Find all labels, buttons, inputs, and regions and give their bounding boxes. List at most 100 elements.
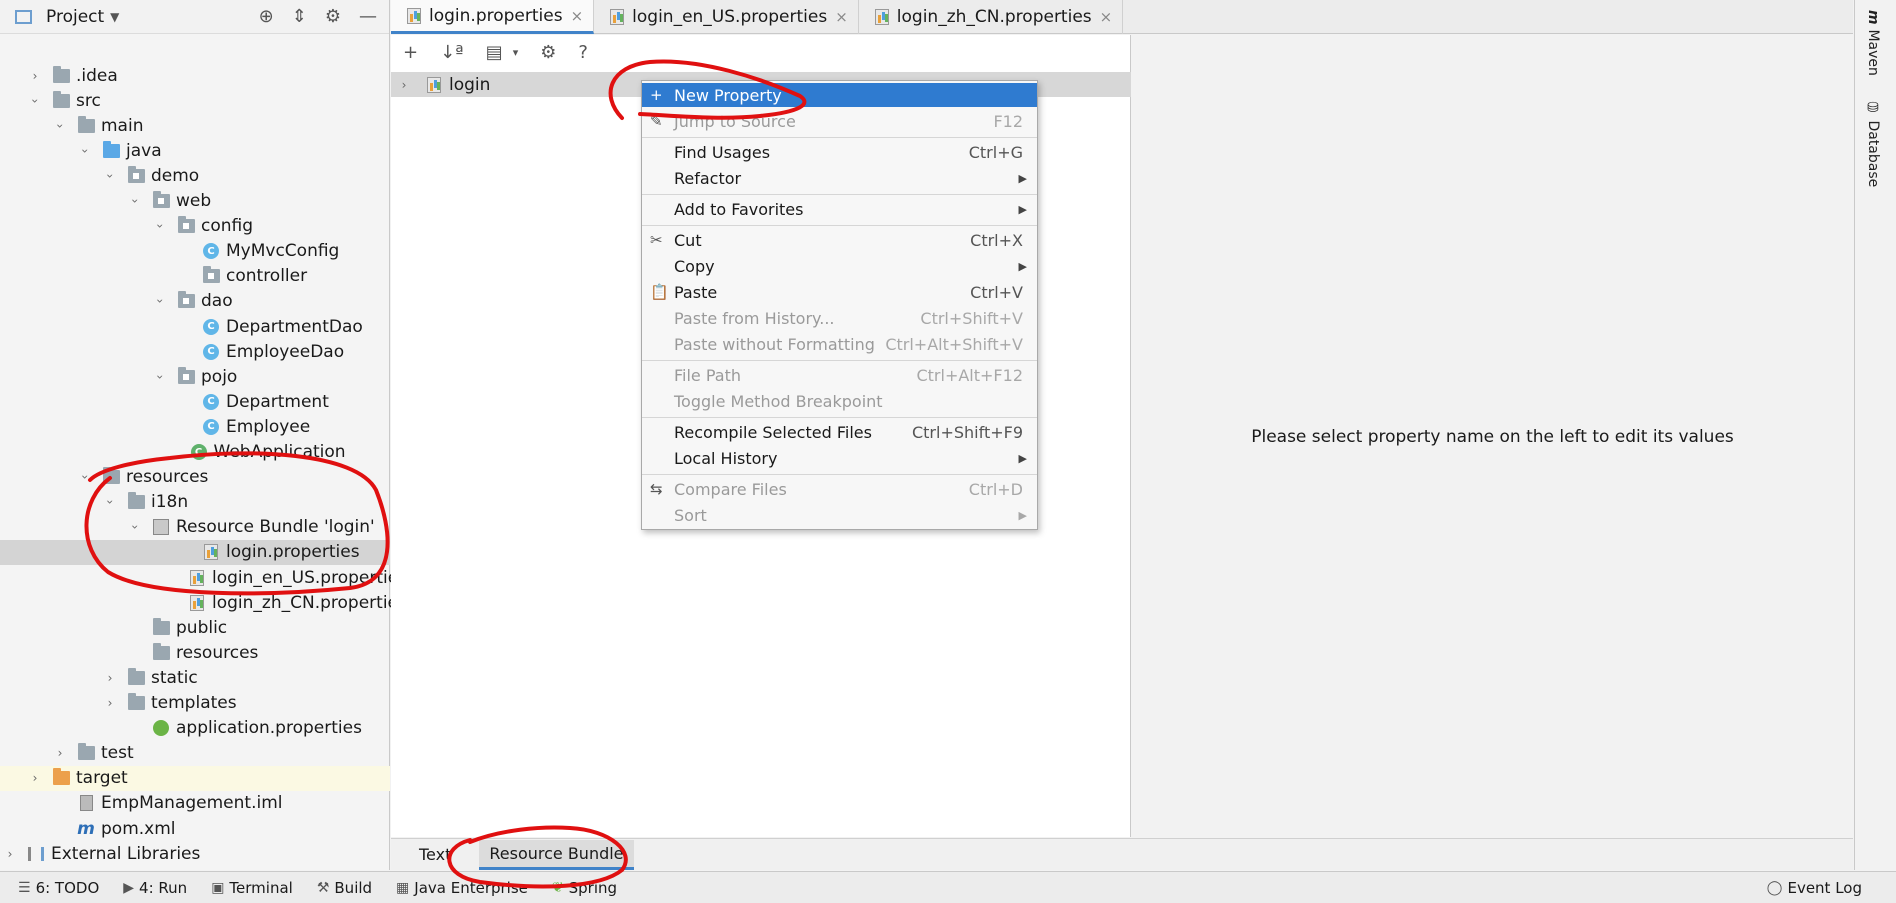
chevron-right-icon[interactable]: › (103, 671, 117, 685)
chevron-down-icon[interactable]: ▾ (513, 46, 519, 59)
folder-icon (152, 617, 170, 636)
help-icon[interactable]: ? (578, 42, 588, 63)
chevron-right-icon[interactable]: › (28, 69, 42, 83)
chevron-down-icon[interactable]: › (128, 194, 142, 208)
folder-icon (52, 65, 70, 84)
menu-item[interactable]: Recompile Selected Files Ctrl+Shift+F9 (642, 420, 1037, 444)
tree-item[interactable]: login_en_US.properties (0, 565, 407, 590)
close-icon[interactable]: × (1100, 8, 1113, 26)
tree-item[interactable]: C Employee (0, 414, 390, 439)
build-tool-button[interactable]: ⚒ Build (317, 879, 372, 897)
run-tool-button[interactable]: ▶ 4: Run (123, 879, 187, 897)
chevron-right-icon[interactable]: › (3, 847, 17, 861)
tree-item[interactable]: › templates (0, 691, 390, 716)
editor-tab[interactable]: login_zh_CN.properties × (859, 0, 1124, 34)
tree-item[interactable]: › .idea (0, 63, 390, 88)
tree-item[interactable]: controller (0, 264, 390, 289)
tree-item[interactable]: EmpManagement.iml (0, 791, 390, 816)
tree-item[interactable]: › demo (0, 163, 390, 188)
menu-item-label: Copy (674, 256, 715, 276)
tree-item-label: pojo (201, 366, 238, 387)
database-tool-button[interactable]: ⛁ Database (1865, 100, 1881, 187)
tree-item[interactable]: resources (0, 640, 390, 665)
chevron-right-icon[interactable]: › (28, 771, 42, 785)
menu-item[interactable]: ✂ Cut Ctrl+X (642, 228, 1037, 252)
tree-item[interactable]: › test (0, 741, 390, 766)
menu-item: ✎ Jump to Source F12 (642, 109, 1037, 133)
project-panel-title[interactable]: Project (46, 7, 104, 27)
tree-item[interactable]: › Resource Bundle 'login' (0, 515, 390, 540)
terminal-tool-button[interactable]: ▣ Terminal (211, 879, 293, 897)
close-icon[interactable]: × (571, 7, 584, 25)
menu-item[interactable]: Local History ▶ (642, 446, 1037, 470)
tree-item[interactable]: C EmployeeDao (0, 339, 390, 364)
chevron-down-icon[interactable]: › (28, 94, 42, 108)
chevron-down-icon[interactable]: › (53, 119, 67, 133)
tree-item[interactable]: › target (0, 765, 390, 791)
menu-item[interactable]: Find Usages Ctrl+G (642, 140, 1037, 164)
tree-item-label: application.properties (176, 718, 362, 739)
tree-item[interactable]: › dao (0, 289, 390, 314)
group-keys-icon[interactable]: ▤ (486, 42, 503, 63)
tree-item[interactable]: › config (0, 214, 390, 239)
tree-item[interactable]: m pom.xml (0, 816, 390, 841)
tree-item[interactable]: › src (0, 88, 390, 113)
menu-separator (642, 137, 1037, 138)
chevron-down-icon[interactable]: › (153, 370, 167, 384)
folder-icon (102, 467, 120, 485)
spring-tool-button[interactable]: ❦ Spring (552, 879, 617, 897)
gear-icon[interactable]: ⚙ (540, 42, 556, 63)
hide-panel-icon[interactable]: — (359, 6, 377, 27)
chevron-down-icon[interactable]: › (78, 144, 92, 158)
tree-item[interactable]: › static (0, 665, 390, 690)
menu-item[interactable]: + New Property (642, 83, 1037, 107)
chevron-down-icon[interactable]: › (153, 294, 167, 308)
tree-item[interactable]: › web (0, 189, 390, 214)
chevron-right-icon[interactable]: › (53, 746, 67, 760)
locate-icon[interactable]: ⊕ (259, 6, 274, 27)
todo-tool-button[interactable]: ☰ 6: TODO (18, 879, 99, 897)
event-log-label: Event Log (1787, 878, 1862, 897)
java-enterprise-tool-button[interactable]: ▦ Java Enterprise (396, 879, 528, 897)
chevron-down-icon[interactable]: › (128, 520, 142, 534)
tree-item[interactable]: C Department (0, 389, 390, 414)
sort-icon[interactable]: ↓ª (440, 42, 464, 63)
tree-item[interactable]: C MyMvcConfig (0, 239, 390, 264)
tree-item[interactable]: C DepartmentDao (0, 314, 390, 339)
run-label: 4: Run (139, 878, 188, 897)
menu-item[interactable]: Copy ▶ (642, 254, 1037, 278)
editor-bottom-tab[interactable]: Resource Bundle (479, 839, 634, 870)
menu-item-label: Sort (674, 505, 707, 525)
gear-icon[interactable]: ⚙ (325, 6, 341, 27)
tree-item[interactable]: › main (0, 113, 390, 138)
add-property-icon[interactable]: + (403, 42, 418, 63)
tree-item[interactable]: › pojo (0, 364, 390, 389)
menu-item[interactable]: Add to Favorites ▶ (642, 197, 1037, 221)
chevron-down-icon[interactable]: ▼ (110, 10, 119, 24)
editor-tab[interactable]: login.properties × (391, 0, 595, 34)
chevron-right-icon[interactable]: › (103, 696, 117, 710)
collapse-all-icon[interactable]: ⇕ (292, 6, 307, 27)
chevron-down-icon[interactable]: › (103, 169, 117, 183)
tree-item[interactable]: C WebApplication (0, 440, 390, 465)
menu-item[interactable]: 📋 Paste Ctrl+V (642, 280, 1037, 304)
tree-item[interactable]: › i18n (0, 490, 390, 515)
tree-item[interactable]: login.properties (0, 539, 390, 565)
chevron-right-icon[interactable]: › (397, 78, 411, 92)
menu-item-label: File Path (674, 365, 742, 385)
close-icon[interactable]: × (835, 8, 848, 26)
tree-item[interactable]: application.properties (0, 716, 390, 741)
editor-bottom-tab[interactable]: Text (419, 845, 451, 864)
menu-item[interactable]: Refactor ▶ (642, 166, 1037, 190)
chevron-down-icon[interactable]: › (153, 219, 167, 233)
tree-item[interactable]: public (0, 615, 390, 640)
editor-tab[interactable]: login_en_US.properties × (594, 0, 859, 34)
tree-item[interactable]: › java (0, 138, 390, 163)
tree-item[interactable]: login_zh_CN.properties (0, 590, 407, 615)
tree-item[interactable]: › External Libraries (0, 841, 390, 866)
chevron-down-icon[interactable]: › (103, 495, 117, 509)
maven-tool-button[interactable]: m Maven (1865, 10, 1881, 76)
tree-item[interactable]: › resources (0, 465, 390, 490)
event-log-tool-button[interactable]: ◯ Event Log (1767, 879, 1896, 897)
chevron-down-icon[interactable]: › (78, 470, 92, 484)
